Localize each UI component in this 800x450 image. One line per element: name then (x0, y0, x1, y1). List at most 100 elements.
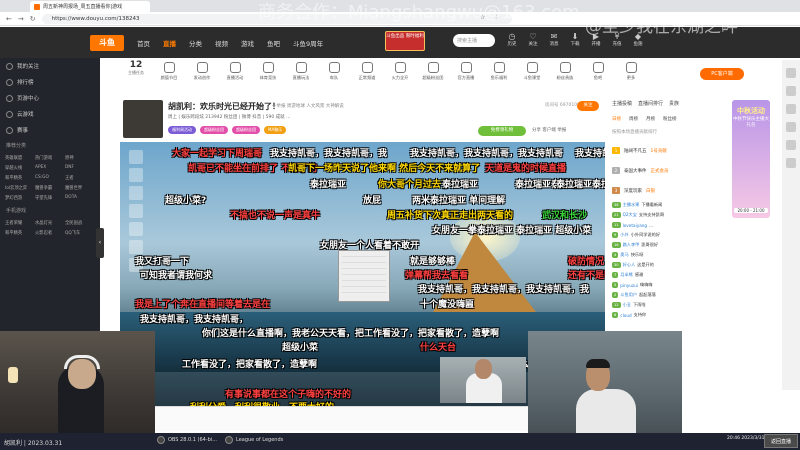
tool-icon[interactable] (786, 122, 796, 132)
room-badge[interactable]: 超级粉丝团 (200, 126, 228, 134)
history-icon[interactable]: ◷ 历史 (503, 32, 521, 47)
tab-fans[interactable]: 粉丝榜 (663, 116, 677, 122)
sidebar-game-link[interactable]: QQ飞车 (65, 230, 95, 236)
nav-video[interactable]: 视频 (215, 38, 228, 48)
sidebar-item-webgames[interactable]: 页游中心 (0, 90, 100, 106)
chat-username[interactable]: lovetaiyang (623, 223, 648, 228)
chat-message[interactable]: 16 路人李甲 凯哥很好 (612, 240, 732, 250)
follow-button[interactable]: 关注 (577, 101, 599, 111)
category-item[interactable]: 正常频道 (353, 60, 381, 81)
category-item[interactable]: 体育竞技 (254, 60, 282, 81)
sidebar-game-link[interactable]: 魔兽世界 (65, 185, 95, 191)
chat-message[interactable]: 2 斗鱼用户 起起落落 (612, 290, 732, 300)
category-item[interactable]: 车队 (320, 60, 348, 81)
tab-day[interactable]: 日榜 (612, 116, 621, 122)
room-badge[interactable]: MA聚乐 (264, 126, 287, 134)
event-ad[interactable]: 中秋活动 中秋节快乐主播大礼包 20:00 - 21:00 (732, 100, 770, 218)
chat-username[interactable]: 小丑 (623, 302, 631, 308)
sidebar-game-link[interactable]: 热门游戏 (35, 155, 65, 161)
free-gift-button[interactable]: 免费领礼物 (478, 126, 526, 136)
tool-icon[interactable] (786, 104, 796, 114)
category-item[interactable]: 斗鱼课堂 (518, 60, 546, 81)
room-actions[interactable]: 分享 客户端 举报 (532, 127, 566, 133)
room-tags[interactable]: 一举报 周游地球 人文风景 大神解说 (272, 103, 344, 109)
sidebar-game-link[interactable]: 梦幻西游 (5, 195, 35, 201)
sidebar-game-link[interactable]: lol云顶之弈 (5, 185, 35, 191)
sidebar-game-link[interactable]: 原神 (65, 155, 95, 161)
chat-message[interactable]: 9 小外 小外同学说的好 (612, 230, 732, 240)
reload-icon[interactable]: ↻ (30, 15, 36, 23)
sidebar-game-link[interactable]: 王者 (65, 175, 95, 181)
rank-row[interactable]: 1 陆阔不凡五 1号贡献 (612, 146, 732, 155)
back-icon[interactable]: ← (6, 15, 12, 23)
tool-icon[interactable] (786, 140, 796, 150)
browser-tab[interactable]: 周五新神周报场_周五直播看你|游戏 (30, 1, 150, 12)
sidebar-game-link[interactable]: 和平精英 (5, 175, 35, 181)
category-item[interactable]: 发动创作 (188, 60, 216, 81)
message-icon[interactable]: ✉ 消息 (545, 32, 563, 47)
sidebar-game-link[interactable]: 穿越火线 (5, 165, 35, 171)
sidebar-item-rank[interactable]: 排行榜 (0, 74, 100, 90)
rank-row[interactable]: 2 泰国大事件 正式会员 (612, 166, 732, 175)
back-to-live-button[interactable]: 返回直播 (764, 434, 798, 448)
context-menu[interactable] (338, 250, 390, 302)
category-item[interactable]: 颜值节目 (155, 60, 183, 81)
tool-icon[interactable] (786, 68, 796, 78)
category-item[interactable]: 鱼吧 (584, 60, 612, 81)
nav-home[interactable]: 首页 (137, 38, 150, 48)
sidebar-game-link[interactable]: APEX (35, 165, 65, 171)
category-item[interactable]: 直播玩法 (287, 60, 315, 81)
chat-message[interactable]: 5 pinyuzui 嗨嗨嗨 (612, 280, 732, 290)
sidebar-game-link[interactable]: 全民国战 (65, 220, 95, 226)
room-badge[interactable]: 超级粉丝团 (232, 126, 260, 134)
category-item[interactable]: 直播活动 (221, 60, 249, 81)
nav-yuba[interactable]: 鱼吧 (267, 38, 280, 48)
nav-category[interactable]: 分类 (189, 38, 202, 48)
douyu-logo[interactable]: 斗鱼 (90, 34, 124, 51)
promo-banner[interactable]: 斗鱼出品 限时福利 (385, 31, 425, 51)
category-item[interactable]: 鱼乐福利 (485, 60, 513, 81)
chat-username[interactable]: 好心人 (623, 262, 636, 268)
sidebar-game-link[interactable]: 水晶灯光 (35, 220, 65, 226)
sidebar-game-link[interactable]: DNF (65, 165, 95, 171)
streamer-avatar[interactable] (123, 100, 163, 138)
chat-message[interactable]: 4 奥马 快乐呀 (612, 250, 732, 260)
chat-username[interactable]: 奥马 (620, 252, 628, 258)
chat-username[interactable]: pinyuzui (620, 283, 638, 288)
chat-message[interactable]: 38 主播水果 下播看新闻 (612, 200, 732, 210)
rank-row[interactable]: 3 深度玩家 白银 (612, 186, 732, 195)
tab-week[interactable]: 周榜 (629, 116, 638, 122)
tool-icon[interactable] (786, 86, 796, 96)
chat-message[interactable]: 7 月半熊 感谢 (612, 270, 732, 280)
chat-message[interactable]: 21 Q2大宝 支持支持凯哥 (612, 210, 732, 220)
chat-message[interactable]: 6 cloud 支持你 (612, 310, 732, 320)
sidebar-game-link[interactable]: 英雄联盟 (5, 155, 35, 161)
chat-username[interactable]: 主播水果 (623, 202, 640, 208)
category-item[interactable]: 官方直播 (452, 60, 480, 81)
taskbar-lol[interactable]: League of Legends (225, 436, 283, 444)
chat-username[interactable]: cloud (620, 313, 631, 318)
task-count[interactable]: 12 主播任务 (125, 60, 147, 76)
sidebar-item-cloudgame[interactable]: 云游戏 (0, 106, 100, 122)
chat-message[interactable]: 12 小丑 下雨啦 (612, 300, 732, 310)
sidebar-game-link[interactable]: 和平精英 (5, 230, 35, 236)
nav-anniversary[interactable]: 斗鱼9周年 (293, 38, 323, 48)
category-item[interactable]: 火力全开 (386, 60, 414, 81)
chat-username[interactable]: 月半熊 (620, 272, 633, 278)
forward-icon[interactable]: → (18, 15, 24, 23)
tab-month[interactable]: 月榜 (646, 116, 655, 122)
chat-username[interactable]: 小外 (620, 232, 628, 238)
nav-live[interactable]: 直播 (163, 38, 176, 48)
nav-games[interactable]: 游戏 (241, 38, 254, 48)
sidebar-game-link[interactable]: 魔兽争霸 (35, 185, 65, 191)
sidebar-game-link[interactable]: CS:GO (35, 175, 65, 181)
chat-message[interactable]: 30 好心人 这是开的 (612, 260, 732, 270)
tab-nobility[interactable]: 贵族 (669, 100, 679, 107)
chat-username[interactable]: Q2大宝 (623, 212, 637, 218)
tab-submission[interactable]: 主播投稿 (612, 100, 632, 107)
chat-username[interactable]: 路人李甲 (623, 242, 640, 248)
sidebar-item-follow[interactable]: 我的关注 (0, 58, 100, 74)
chat-message[interactable]: 11 lovetaiyang... (612, 220, 732, 230)
category-item[interactable]: 更多 (617, 60, 645, 81)
pc-client-button[interactable]: PC客户端 (700, 68, 744, 80)
